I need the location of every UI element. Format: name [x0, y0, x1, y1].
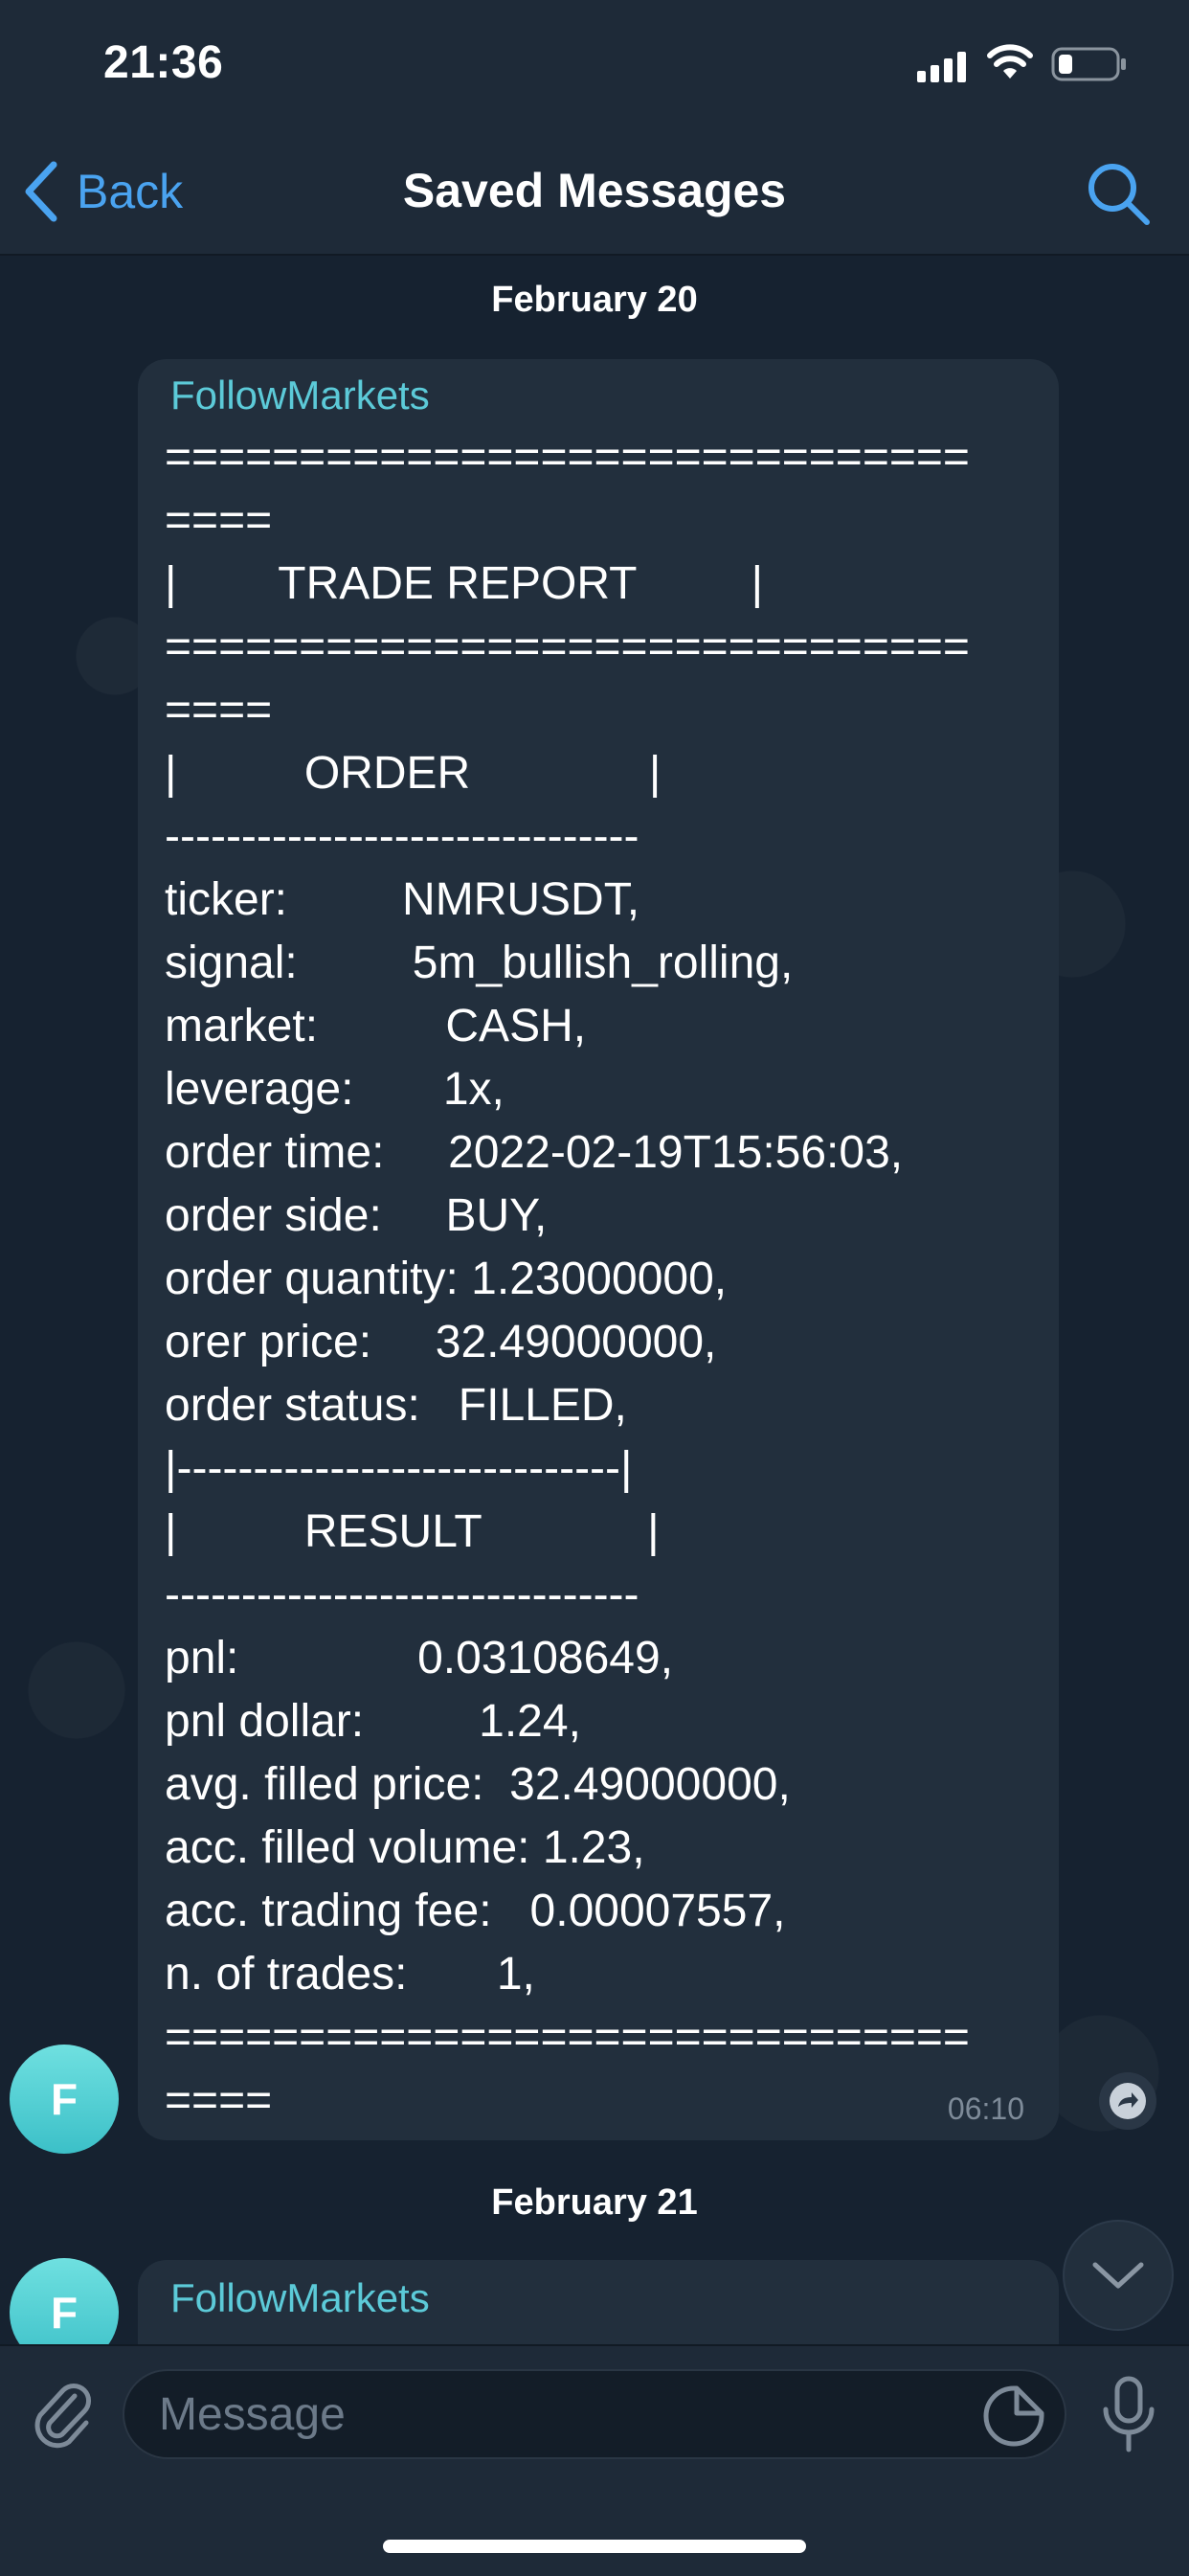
avatar-letter: F — [50, 2074, 79, 2124]
status-time: 21:36 — [103, 37, 224, 88]
microphone-icon[interactable] — [1097, 2375, 1160, 2455]
message-line: pnl: 0.03108649, — [165, 1633, 674, 1683]
message-input[interactable] — [123, 2369, 1066, 2459]
message-bubble[interactable]: FollowMarkets ==========================… — [138, 359, 1059, 2140]
message-line: ============================== — [165, 621, 970, 672]
message-line: ============================== — [165, 432, 970, 483]
wifi-icon — [987, 44, 1033, 79]
message-line: ==== — [165, 495, 273, 546]
message-line: leverage: 1x, — [165, 1064, 505, 1115]
sender-name[interactable]: FollowMarkets — [170, 373, 430, 418]
message-line: orer price: 32.49000000, — [165, 1317, 717, 1367]
message-line: ------------------------------- — [165, 811, 639, 862]
message-line: ==== — [165, 685, 273, 735]
back-button[interactable]: Back — [21, 155, 183, 228]
navigation-bar: Back Saved Messages — [0, 134, 1189, 256]
message-line: pnl dollar: 1.24, — [165, 1696, 581, 1747]
date-separator: February 20 — [491, 280, 698, 320]
message-line: | ORDER | — [165, 748, 662, 799]
message-line: | TRADE REPORT | — [165, 558, 764, 609]
search-icon[interactable] — [1080, 155, 1156, 232]
message-line: order time: 2022-02-19T15:56:03, — [165, 1127, 904, 1178]
message-line: n. of trades: 1, — [165, 1949, 535, 2000]
message-line: market: CASH, — [165, 1001, 587, 1051]
chevron-left-icon — [25, 161, 57, 222]
message-line: | RESULT | — [165, 1506, 660, 1557]
home-indicator — [383, 2540, 806, 2553]
message-text: ============================== ==== | TRAD… — [165, 426, 1045, 2133]
paperclip-icon[interactable] — [25, 2375, 101, 2452]
message-line: |-----------------------------| — [165, 1443, 633, 1494]
chevron-down-icon — [1092, 2262, 1144, 2289]
input-bar — [0, 2344, 1189, 2576]
message-line: acc. trading fee: 0.00007557, — [165, 1886, 786, 1936]
message-line: order status: FILLED, — [165, 1380, 627, 1431]
back-button-label: Back — [77, 165, 184, 218]
status-bar: 21:36 — [0, 0, 1189, 134]
message-line: order quantity: 1.23000000, — [165, 1254, 728, 1304]
cellular-signal-icon — [917, 52, 966, 82]
avatar[interactable]: F — [10, 2045, 119, 2154]
sender-name[interactable]: FollowMarkets — [170, 2275, 430, 2321]
message-line: acc. filled volume: 1.23, — [165, 1822, 645, 1873]
forward-button[interactable] — [1099, 2072, 1156, 2130]
scroll-to-bottom-button[interactable] — [1063, 2220, 1174, 2331]
forward-arrow-icon — [1110, 2083, 1146, 2119]
message-line: ticker: NMRUSDT, — [165, 874, 640, 925]
battery-icon — [1051, 47, 1126, 81]
message-time: 06:10 — [947, 2091, 1024, 2126]
sticker-icon[interactable] — [982, 2384, 1045, 2448]
message-line: avg. filled price: 32.49000000, — [165, 1759, 791, 1810]
avatar-letter: F — [50, 2288, 79, 2338]
message-line: ==== — [165, 2075, 273, 2126]
message-line: order side: BUY, — [165, 1190, 548, 1241]
message-line: ------------------------------- — [165, 1570, 639, 1620]
message-line: signal: 5m_bullish_rolling, — [165, 938, 794, 988]
message-line: ============================== — [165, 2012, 970, 2063]
date-separator: February 21 — [491, 2182, 698, 2223]
